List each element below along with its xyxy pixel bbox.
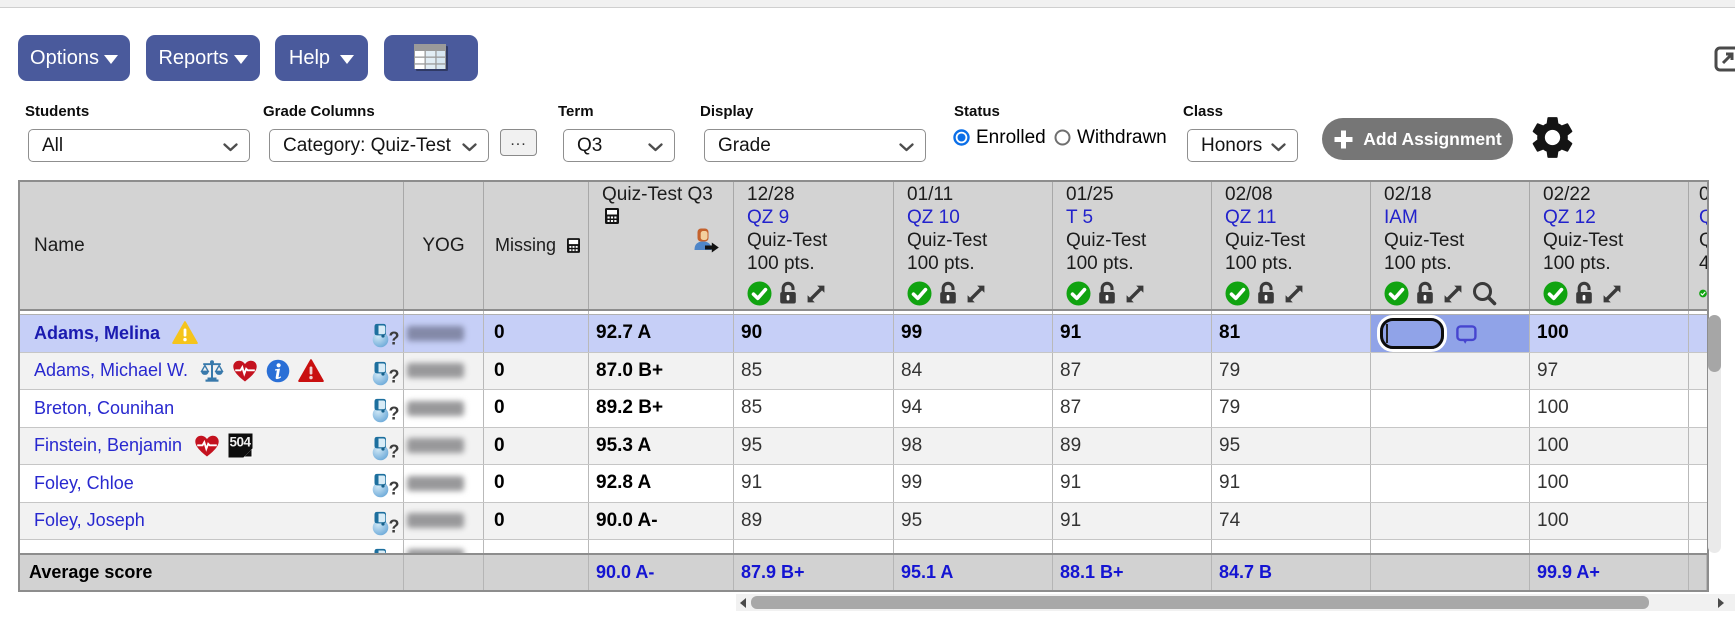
svg-text:?: ?	[389, 329, 400, 349]
svg-text:504: 504	[230, 435, 252, 450]
svg-text:?: ?	[389, 479, 400, 499]
svg-text:?: ?	[389, 516, 400, 536]
svg-text:?: ?	[389, 441, 400, 461]
svg-text:?: ?	[389, 404, 400, 424]
svg-text:?: ?	[389, 366, 400, 386]
